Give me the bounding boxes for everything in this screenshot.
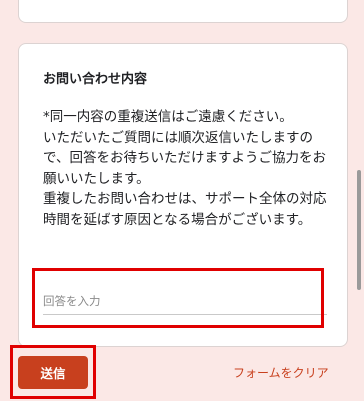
question-card: お問い合わせ内容 *同一内容の重複送信はご遠慮ください。 いただいたご質問には順… bbox=[18, 43, 348, 347]
answer-input[interactable] bbox=[43, 288, 327, 315]
question-title: お問い合わせ内容 bbox=[43, 72, 148, 87]
clear-form-link[interactable]: フォームをクリア bbox=[233, 364, 329, 381]
question-description: *同一内容の重複送信はご遠慮ください。 いただいたご質問には順次返信いたしますの… bbox=[43, 109, 327, 228]
scrollbar-thumb[interactable] bbox=[357, 170, 361, 290]
previous-question-card bbox=[18, 0, 348, 23]
submit-button[interactable]: 送信 bbox=[18, 356, 88, 389]
